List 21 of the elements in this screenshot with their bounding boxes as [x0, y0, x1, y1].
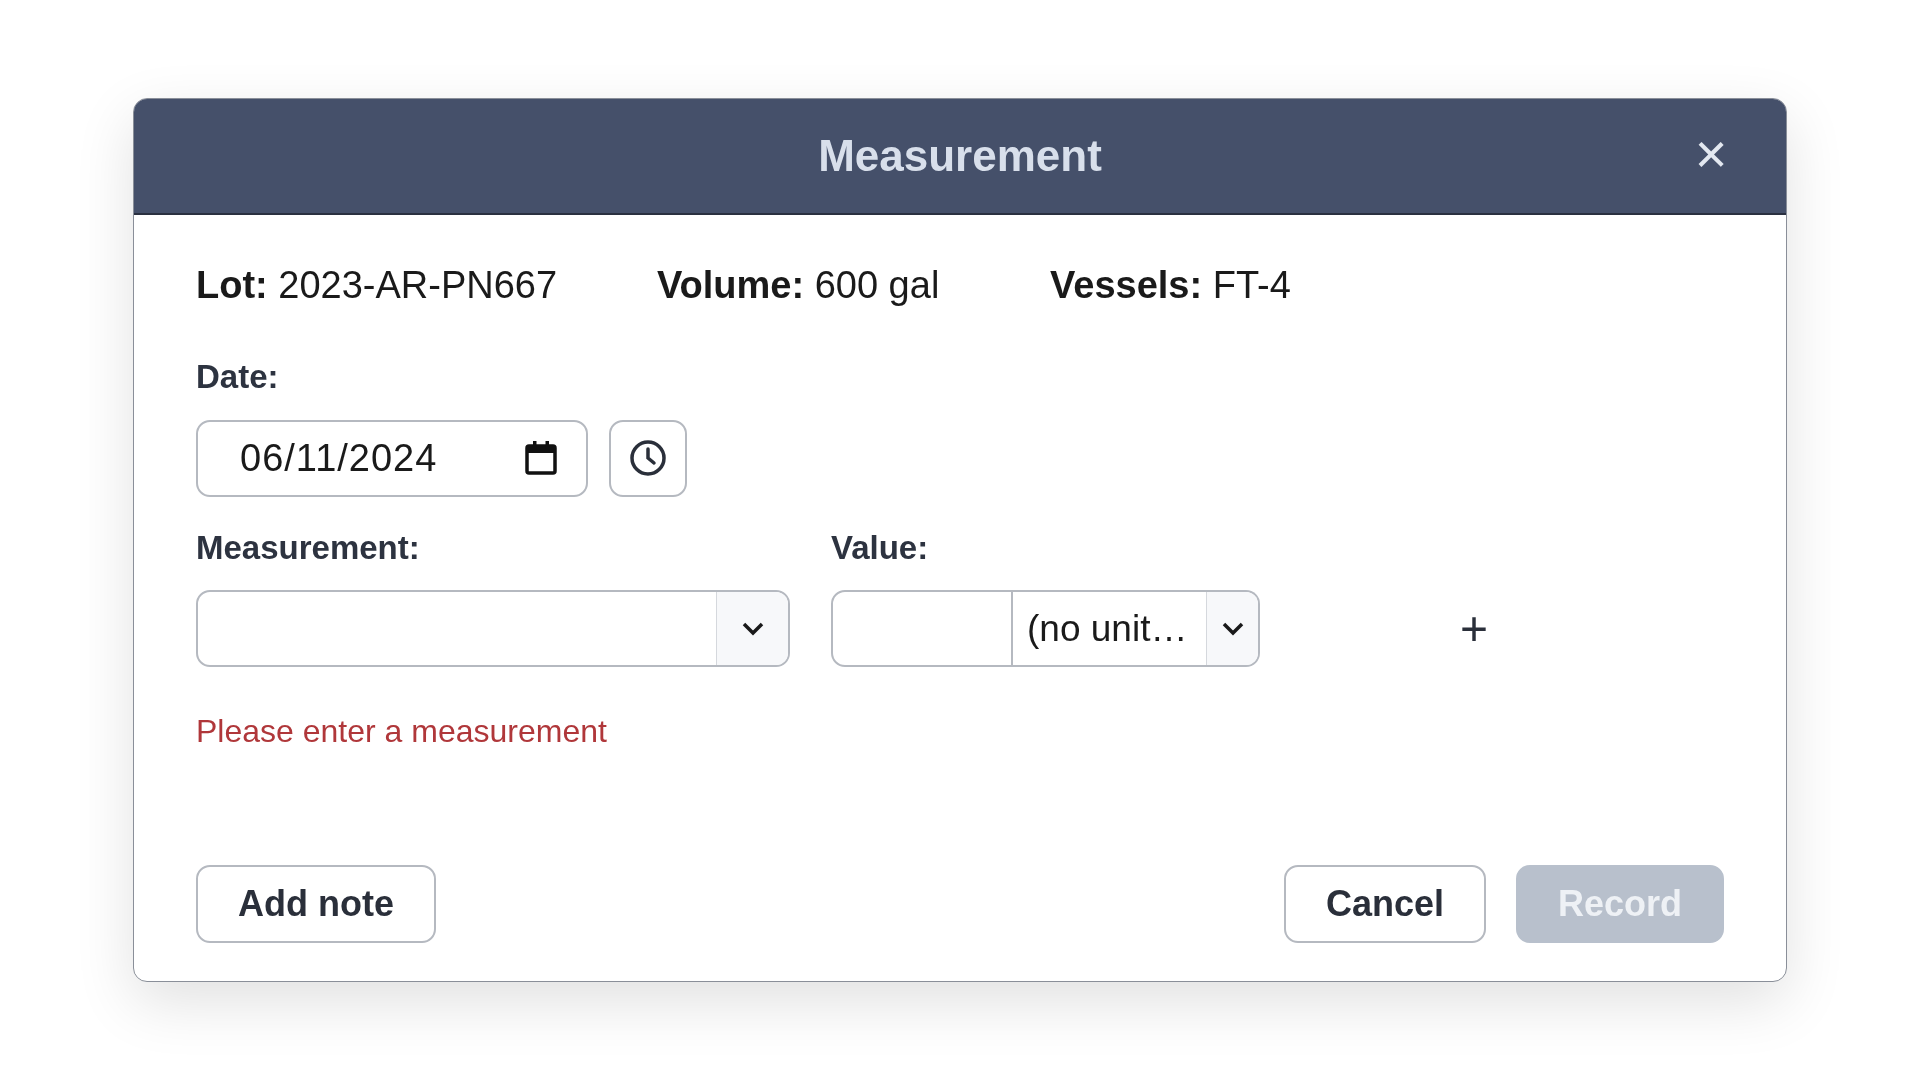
unit-select[interactable]: (no unit… [1013, 590, 1260, 667]
info-text: Vessels: FT-4 [1050, 262, 1291, 308]
value-label: Value: [831, 527, 929, 568]
measurement-select[interactable] [196, 590, 790, 667]
time-button[interactable] [609, 419, 687, 497]
clock-icon [629, 439, 667, 477]
measurement-label: Measurement: [196, 527, 420, 568]
info-text: Lot: 2023-AR-PN667 [196, 262, 558, 308]
dialog-button[interactable]: Cancel [1283, 865, 1486, 943]
chevron-down-icon [740, 620, 765, 637]
add-button[interactable]: + [1460, 604, 1489, 653]
error-message: Please enter a measurement [196, 712, 607, 751]
date-field[interactable]: 06/11/2024 [196, 419, 588, 497]
calendar-icon [524, 440, 558, 476]
chevron-down-icon [1220, 620, 1245, 637]
value-input[interactable] [831, 590, 1013, 667]
date-label: Date: [196, 357, 279, 397]
dialog-title: Measurement [818, 130, 1102, 182]
info-text: Volume: 600 gal [657, 262, 940, 308]
close-button[interactable]: × [1686, 129, 1736, 179]
dialog-button[interactable]: Add note [196, 865, 436, 943]
